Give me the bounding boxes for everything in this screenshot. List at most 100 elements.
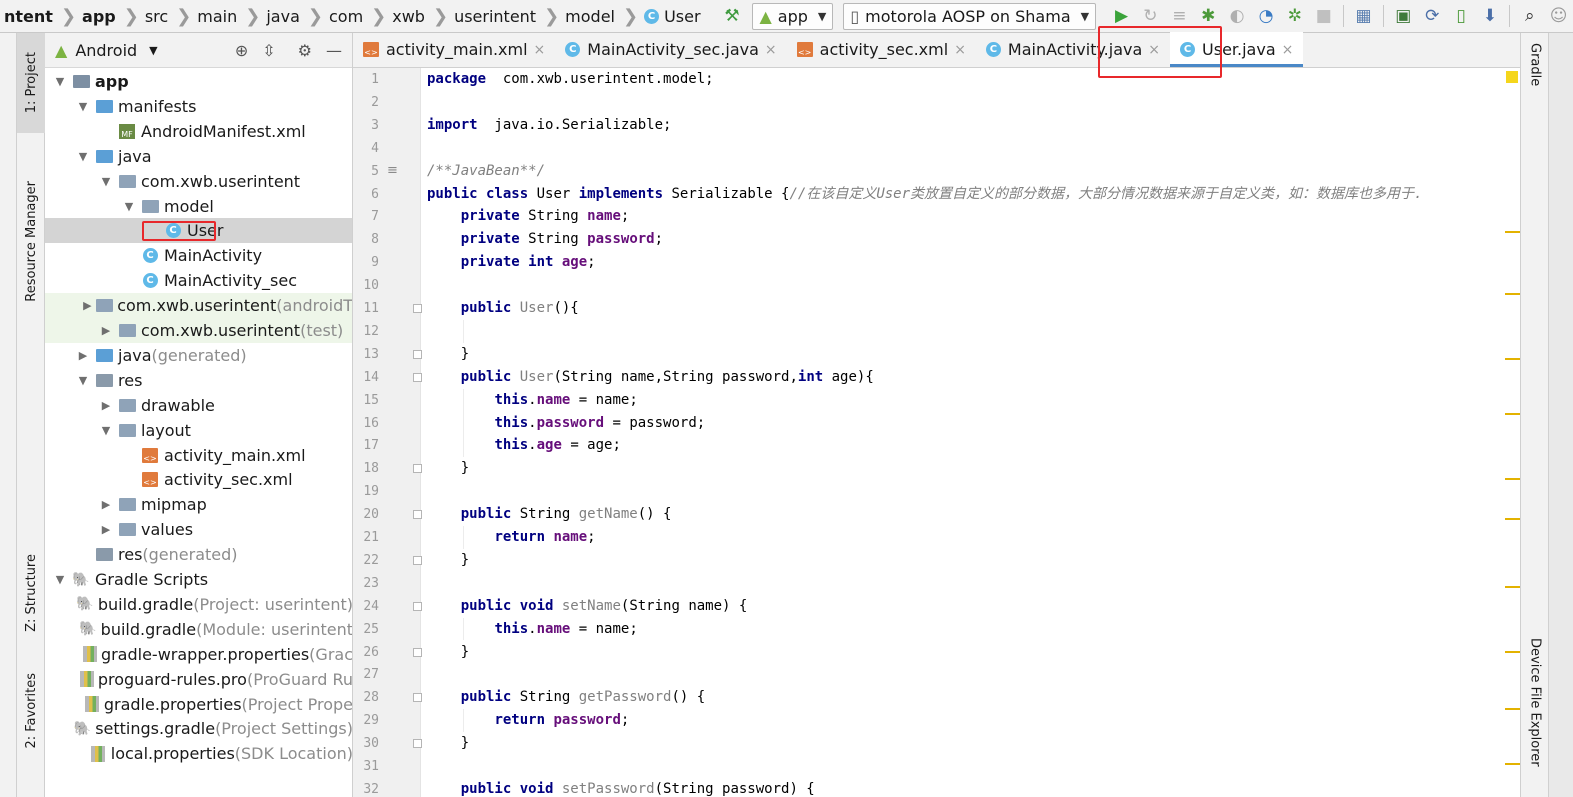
tree-item[interactable]: 🐘 build.gradle (Project: userintent) bbox=[45, 592, 352, 617]
fold-marker-icon[interactable] bbox=[413, 693, 422, 703]
tool-window-device-file-explorer[interactable]: Device File Explorer bbox=[1521, 638, 1549, 797]
fold-marker-icon[interactable] bbox=[413, 304, 422, 313]
stop-icon[interactable]: ■ bbox=[1312, 3, 1335, 29]
breadcrumb-item[interactable]: app bbox=[78, 0, 122, 33]
expand-arrow-icon[interactable]: ▼ bbox=[53, 573, 67, 586]
editor-tab[interactable]: <> activity_sec.xml × bbox=[787, 32, 976, 67]
expand-arrow-icon[interactable]: ▼ bbox=[76, 374, 90, 387]
tree-item[interactable]: 🐘 build.gradle (Module: userintent bbox=[45, 617, 352, 642]
warning-marker[interactable] bbox=[1505, 478, 1520, 480]
tree-item[interactable]: ▼ manifests bbox=[45, 94, 352, 119]
tree-item[interactable]: ▼ res bbox=[45, 368, 352, 393]
close-icon[interactable]: × bbox=[954, 42, 966, 58]
coverage-icon[interactable]: ◐ bbox=[1226, 3, 1249, 29]
tool-window-project[interactable]: 1: Project bbox=[17, 33, 45, 133]
tree-item[interactable]: proguard-rules.pro (ProGuard Ru bbox=[45, 667, 352, 692]
tree-item[interactable]: gradle.properties (Project Prope bbox=[45, 692, 352, 717]
breadcrumb-item[interactable]: com bbox=[325, 0, 369, 33]
expand-arrow-icon[interactable]: ▼ bbox=[99, 175, 113, 188]
tree-item[interactable]: ▼ app bbox=[45, 69, 352, 94]
tree-item[interactable]: ▶ com.xwb.userintent (test) bbox=[45, 318, 352, 343]
expand-arrow-icon[interactable]: ▼ bbox=[122, 200, 136, 213]
tree-item[interactable]: ▼ layout bbox=[45, 418, 352, 443]
locate-icon[interactable]: ⊕ bbox=[235, 41, 248, 60]
collapse-arrow-icon[interactable]: ▶ bbox=[76, 349, 90, 362]
apply-code-changes-icon[interactable]: ≡ bbox=[1168, 3, 1191, 29]
expand-arrow-icon[interactable]: ▼ bbox=[53, 75, 67, 88]
profiler-icon[interactable]: ◔ bbox=[1255, 3, 1278, 29]
collapse-arrow-icon[interactable]: ▶ bbox=[99, 324, 113, 337]
fold-marker-icon[interactable] bbox=[413, 555, 422, 565]
close-icon[interactable]: × bbox=[1148, 42, 1160, 58]
collapse-arrow-icon[interactable]: ▶ bbox=[99, 498, 113, 511]
breadcrumb-item[interactable]: xwb bbox=[388, 0, 431, 33]
tool-window-structure[interactable]: Z: Structure bbox=[17, 538, 45, 648]
tree-item[interactable]: <> activity_main.xml bbox=[45, 443, 352, 468]
tree-item[interactable]: ▶ java (generated) bbox=[45, 343, 352, 368]
user-avatar-icon[interactable]: ☺ bbox=[1547, 3, 1570, 29]
warning-marker[interactable] bbox=[1505, 413, 1520, 415]
warning-status-icon[interactable] bbox=[1506, 71, 1518, 83]
tree-item[interactable]: C MainActivity bbox=[45, 243, 352, 268]
run-config-select[interactable]: ▲ app ▼ bbox=[752, 2, 834, 30]
warning-marker[interactable] bbox=[1505, 358, 1520, 360]
fold-marker-icon[interactable] bbox=[413, 349, 422, 359]
hammer-icon[interactable]: ⚒ bbox=[721, 3, 744, 29]
fold-marker-icon[interactable] bbox=[413, 601, 422, 611]
breadcrumb-item[interactable]: java bbox=[262, 0, 306, 33]
tree-item[interactable]: C MainActivity_sec bbox=[45, 268, 352, 293]
collapse-arrow-icon[interactable]: ▶ bbox=[99, 523, 113, 536]
close-icon[interactable]: × bbox=[765, 42, 777, 58]
error-stripe[interactable] bbox=[1505, 68, 1520, 797]
tool-window-resource-manager[interactable]: Resource Manager bbox=[17, 151, 45, 331]
fold-marker-icon[interactable] bbox=[413, 372, 422, 382]
close-icon[interactable]: × bbox=[1282, 42, 1294, 58]
rendered-doc-icon[interactable]: ≡ bbox=[387, 163, 398, 178]
fold-marker-icon[interactable] bbox=[413, 739, 422, 749]
avd-manager-icon[interactable]: ▯ bbox=[1450, 3, 1473, 29]
tree-item[interactable]: MF AndroidManifest.xml bbox=[45, 119, 352, 144]
tree-item[interactable]: ▶ values bbox=[45, 517, 352, 542]
warning-marker[interactable] bbox=[1505, 763, 1520, 765]
chevron-down-icon[interactable]: ▼ bbox=[149, 44, 157, 57]
editor-tab[interactable]: <> activity_main.xml × bbox=[353, 32, 555, 67]
editor-tab[interactable]: C MainActivity.java × bbox=[976, 32, 1170, 67]
tree-item[interactable]: ▼ 🐘 Gradle Scripts bbox=[45, 567, 352, 592]
warning-marker[interactable] bbox=[1505, 651, 1520, 653]
breadcrumb-item[interactable]: main bbox=[193, 0, 243, 33]
tree-item[interactable]: ▶ drawable bbox=[45, 393, 352, 418]
tree-item[interactable]: res (generated) bbox=[45, 542, 352, 567]
sdk-manager-icon[interactable]: ⬇ bbox=[1479, 3, 1502, 29]
tree-item[interactable]: ▶ com.xwb.userintent (androidT bbox=[45, 293, 352, 319]
minimize-icon[interactable]: — bbox=[326, 41, 342, 60]
fold-marker-icon[interactable] bbox=[413, 647, 422, 657]
device-select[interactable]: ▯ motorola AOSP on Shama ▼ bbox=[843, 2, 1097, 30]
close-icon[interactable]: × bbox=[534, 42, 546, 58]
run-icon[interactable]: ▶ bbox=[1110, 3, 1133, 29]
tree-item[interactable]: <> activity_sec.xml bbox=[45, 467, 352, 492]
fold-marker-icon[interactable] bbox=[413, 510, 422, 520]
tree-item[interactable]: ▼ model bbox=[45, 194, 352, 219]
attach-debugger-icon[interactable]: ✲ bbox=[1283, 3, 1306, 29]
breadcrumb-item[interactable]: ntent bbox=[0, 0, 59, 33]
editor-tab[interactable]: C MainActivity_sec.java × bbox=[555, 32, 786, 67]
tree-item[interactable]: gradle-wrapper.properties (Grac bbox=[45, 642, 352, 667]
apply-changes-icon[interactable]: ↻ bbox=[1139, 3, 1162, 29]
collapse-arrow-icon[interactable]: ▶ bbox=[82, 299, 92, 312]
tree-item[interactable]: local.properties (SDK Location) bbox=[45, 741, 352, 766]
breadcrumb-item[interactable]: C User bbox=[640, 0, 706, 33]
tree-item[interactable]: ▼ java bbox=[45, 144, 352, 169]
fold-marker-icon[interactable] bbox=[413, 464, 422, 474]
editor-tab[interactable]: C User.java × bbox=[1170, 32, 1304, 67]
expand-arrow-icon[interactable]: ▼ bbox=[99, 424, 113, 437]
expand-arrow-icon[interactable]: ▼ bbox=[76, 150, 90, 163]
tool-window-gradle[interactable]: Gradle bbox=[1521, 43, 1549, 123]
warning-marker[interactable] bbox=[1505, 586, 1520, 588]
breadcrumb-item[interactable]: model bbox=[561, 0, 621, 33]
expand-arrow-icon[interactable]: ▼ bbox=[76, 100, 90, 113]
breadcrumb-item[interactable]: src bbox=[141, 0, 174, 33]
warning-marker[interactable] bbox=[1505, 708, 1520, 710]
search-icon[interactable]: ⌕ bbox=[1518, 3, 1541, 29]
warning-marker[interactable] bbox=[1505, 231, 1520, 233]
project-structure-icon[interactable]: ▦ bbox=[1352, 3, 1375, 29]
